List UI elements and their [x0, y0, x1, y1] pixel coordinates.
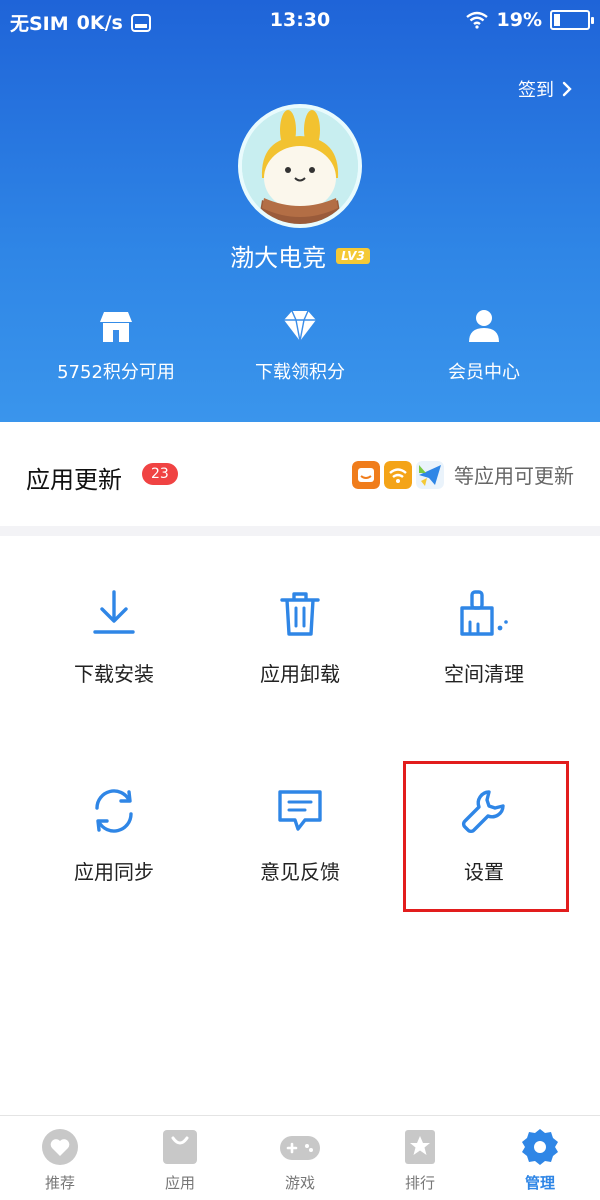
grid-uninstall[interactable]: 应用卸载: [200, 588, 400, 687]
updates-title: 应用更新: [26, 466, 122, 494]
level-badge: LV3: [336, 247, 370, 264]
updates-apps: 等应用可更新: [352, 460, 574, 489]
grid-space-clean-label: 空间清理: [444, 662, 524, 686]
grid-space-clean[interactable]: 空间清理: [384, 588, 584, 687]
app-face-icon: [352, 460, 380, 489]
heart-icon: [42, 1129, 78, 1165]
wifi-icon: [465, 11, 488, 29]
grid-uninstall-label: 应用卸载: [260, 662, 340, 686]
updates-suffix: 等应用可更新: [454, 464, 574, 488]
star-icon: [405, 1130, 435, 1164]
app-updates-row[interactable]: 应用更新 23 等应用可更新: [0, 422, 600, 526]
status-bar: 无SIM 0K/s 13:30 19%: [0, 0, 600, 40]
status-right: 19%: [465, 9, 594, 31]
section-divider: [0, 526, 600, 536]
grid-download-install[interactable]: 下载安装: [14, 588, 214, 687]
app-plane-icon: [416, 460, 444, 489]
grid-feedback[interactable]: 意见反馈: [200, 786, 400, 885]
avatar[interactable]: [238, 104, 362, 228]
nav-manage[interactable]: 管理: [480, 1128, 600, 1193]
nav-games[interactable]: 游戏: [240, 1128, 360, 1193]
gamepad-icon: [280, 1136, 320, 1160]
grid-app-sync[interactable]: 应用同步: [14, 786, 214, 885]
user-info: 渤大电竞 LV3: [0, 238, 600, 273]
nav-ranking-label: 排行: [404, 1174, 435, 1192]
username: 渤大电竞: [230, 244, 327, 272]
stats-row: 5752积分可用 下载领积分 会员中心: [0, 308, 600, 398]
battery-icon: [550, 10, 594, 30]
grid-app-sync-label: 应用同步: [74, 860, 154, 884]
nav-apps[interactable]: 应用: [120, 1128, 240, 1193]
battery-level: [554, 14, 561, 26]
nav-recommend-label: 推荐: [44, 1174, 75, 1192]
stat-member-center[interactable]: 会员中心: [384, 308, 584, 384]
broom-icon: [460, 590, 508, 636]
nav-ranking[interactable]: 排行: [360, 1128, 480, 1193]
trash-icon: [280, 592, 320, 636]
avatar-image: [242, 108, 358, 224]
stat-download-points[interactable]: 下载领积分: [200, 308, 400, 384]
signin-label: 签到: [518, 80, 554, 101]
stat-member-center-label: 会员中心: [448, 362, 520, 383]
nav-manage-label: 管理: [524, 1174, 555, 1192]
download-icon: [93, 590, 135, 634]
stat-download-points-label: 下载领积分: [255, 362, 345, 383]
stat-points[interactable]: 5752积分可用: [16, 308, 216, 384]
person-icon: [469, 310, 499, 342]
bag-icon: [163, 1130, 197, 1164]
updates-count-badge: 23: [142, 463, 178, 485]
highlight-box: [403, 761, 569, 912]
bottom-nav: 推荐 应用 游戏 排行 管理: [0, 1115, 600, 1200]
nav-games-label: 游戏: [284, 1174, 315, 1192]
diamond-icon: [284, 310, 316, 342]
gear-icon: [522, 1129, 558, 1165]
stat-points-label: 5752积分可用: [57, 362, 175, 383]
nav-apps-label: 应用: [164, 1174, 195, 1192]
profile-header: 无SIM 0K/s 13:30 19% 签到 渤大电竞 LV3 5752积分可用…: [0, 0, 600, 422]
nav-recommend[interactable]: 推荐: [0, 1128, 120, 1193]
battery-percent: 19%: [496, 9, 542, 31]
signin-button[interactable]: 签到: [518, 76, 572, 102]
feedback-icon: [278, 790, 322, 831]
grid-feedback-label: 意见反馈: [260, 860, 340, 884]
app-wifi-icon: [384, 460, 412, 489]
store-icon: [100, 312, 132, 342]
chevron-right-icon: [562, 81, 572, 97]
grid-download-install-label: 下载安装: [74, 662, 154, 686]
sync-icon: [95, 789, 133, 833]
